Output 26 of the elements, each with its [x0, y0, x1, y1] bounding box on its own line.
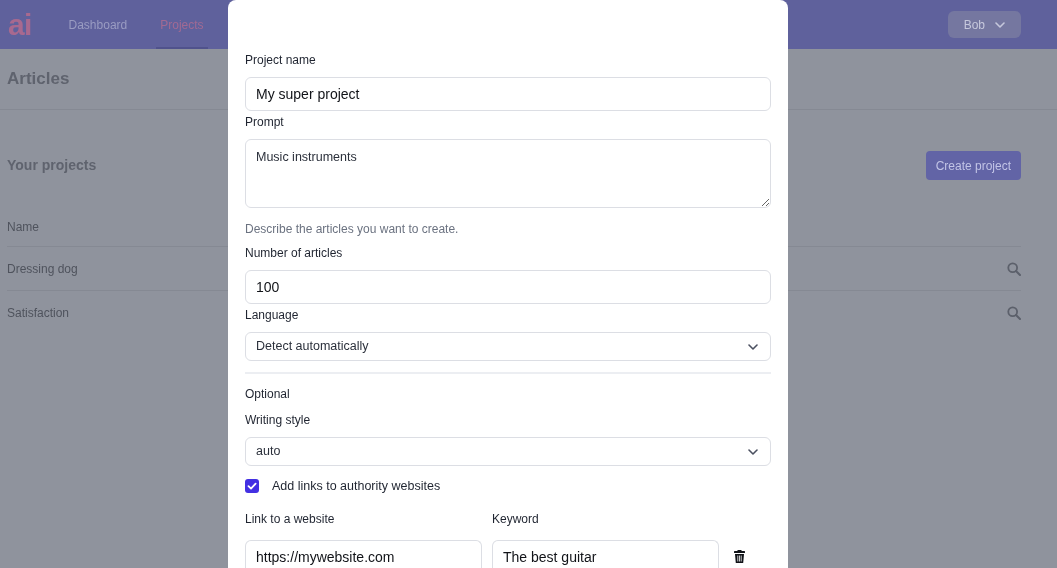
select-field[interactable]: Detect automatically — [245, 332, 771, 361]
field-label: Keyword — [492, 511, 540, 527]
checkbox-label: Add links to authority websites — [272, 477, 441, 495]
chevron-down-icon — [995, 21, 1005, 28]
logo: ai — [8, 11, 32, 38]
text-input[interactable]: The best guitar — [492, 540, 719, 568]
field-label: Link to a website — [245, 511, 336, 527]
field-label: Number of articles — [245, 245, 344, 261]
select-field[interactable]: auto — [245, 437, 771, 466]
chevron-down-icon — [748, 448, 758, 455]
trash-icon[interactable] — [734, 550, 745, 563]
column-header: Name — [7, 218, 39, 236]
text-input[interactable]: https://mywebsite.com — [245, 540, 482, 568]
help-text: Describe the articles you want to create. — [245, 221, 460, 237]
field-label: Prompt — [245, 114, 285, 130]
section-heading: Optional — [245, 386, 291, 402]
field-label: Writing style — [245, 412, 312, 428]
field-label: Project name — [245, 52, 317, 68]
checkbox[interactable] — [245, 479, 259, 493]
textarea-field[interactable]: Music instruments — [245, 139, 771, 208]
field-label: Language — [245, 307, 300, 323]
text-input[interactable]: 100 — [245, 270, 771, 304]
table-cell-text: Satisfaction — [7, 305, 70, 322]
text-input[interactable]: My super project — [245, 77, 771, 111]
table-cell-text: Dressing dog — [7, 260, 78, 278]
chevron-down-icon — [748, 343, 758, 350]
